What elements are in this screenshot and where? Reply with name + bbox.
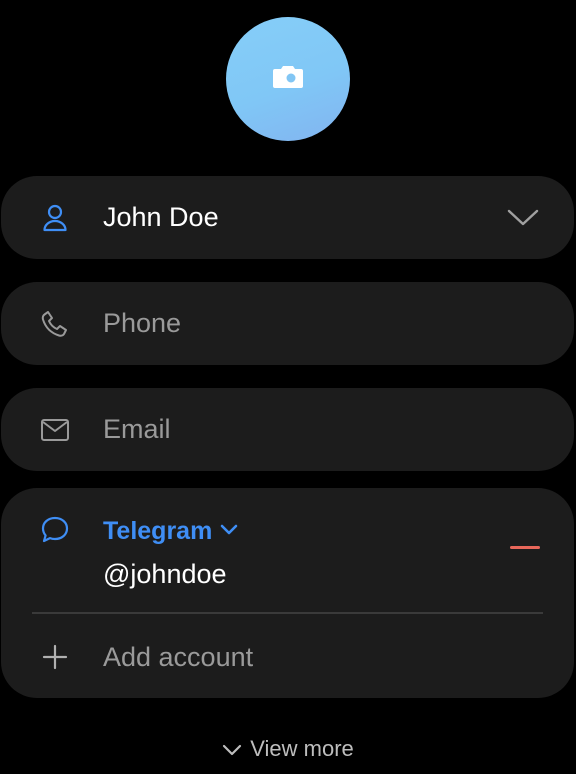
divider [32,612,543,614]
chevron-down-icon [220,523,238,541]
contact-photo-button[interactable] [226,17,350,141]
view-more-button[interactable]: View more [0,736,576,762]
remove-account-button[interactable] [510,546,540,549]
name-field-card[interactable]: John Doe [1,176,574,259]
messenger-account-input[interactable]: @johndoe [103,559,227,590]
mail-icon [38,413,72,447]
chat-bubble-icon [38,513,72,547]
expand-name-chevron-icon[interactable] [506,201,540,235]
messenger-type-label: Telegram [103,517,213,545]
messenger-card: Telegram @johndoe Add account [1,488,574,698]
add-account-button[interactable]: Add account [1,616,574,698]
plus-icon [38,640,72,674]
add-account-label: Add account [103,641,254,672]
messenger-type-dropdown[interactable]: Telegram [103,517,238,546]
name-input[interactable]: John Doe [103,202,219,233]
phone-icon [38,307,72,341]
phone-input[interactable]: Phone [103,308,181,339]
chevron-down-icon [222,736,242,762]
person-icon [38,201,72,235]
view-more-label: View more [250,736,354,761]
email-input[interactable]: Email [103,414,171,445]
phone-field-card[interactable]: Phone [1,282,574,365]
email-field-card[interactable]: Email [1,388,574,471]
camera-icon [271,64,305,95]
